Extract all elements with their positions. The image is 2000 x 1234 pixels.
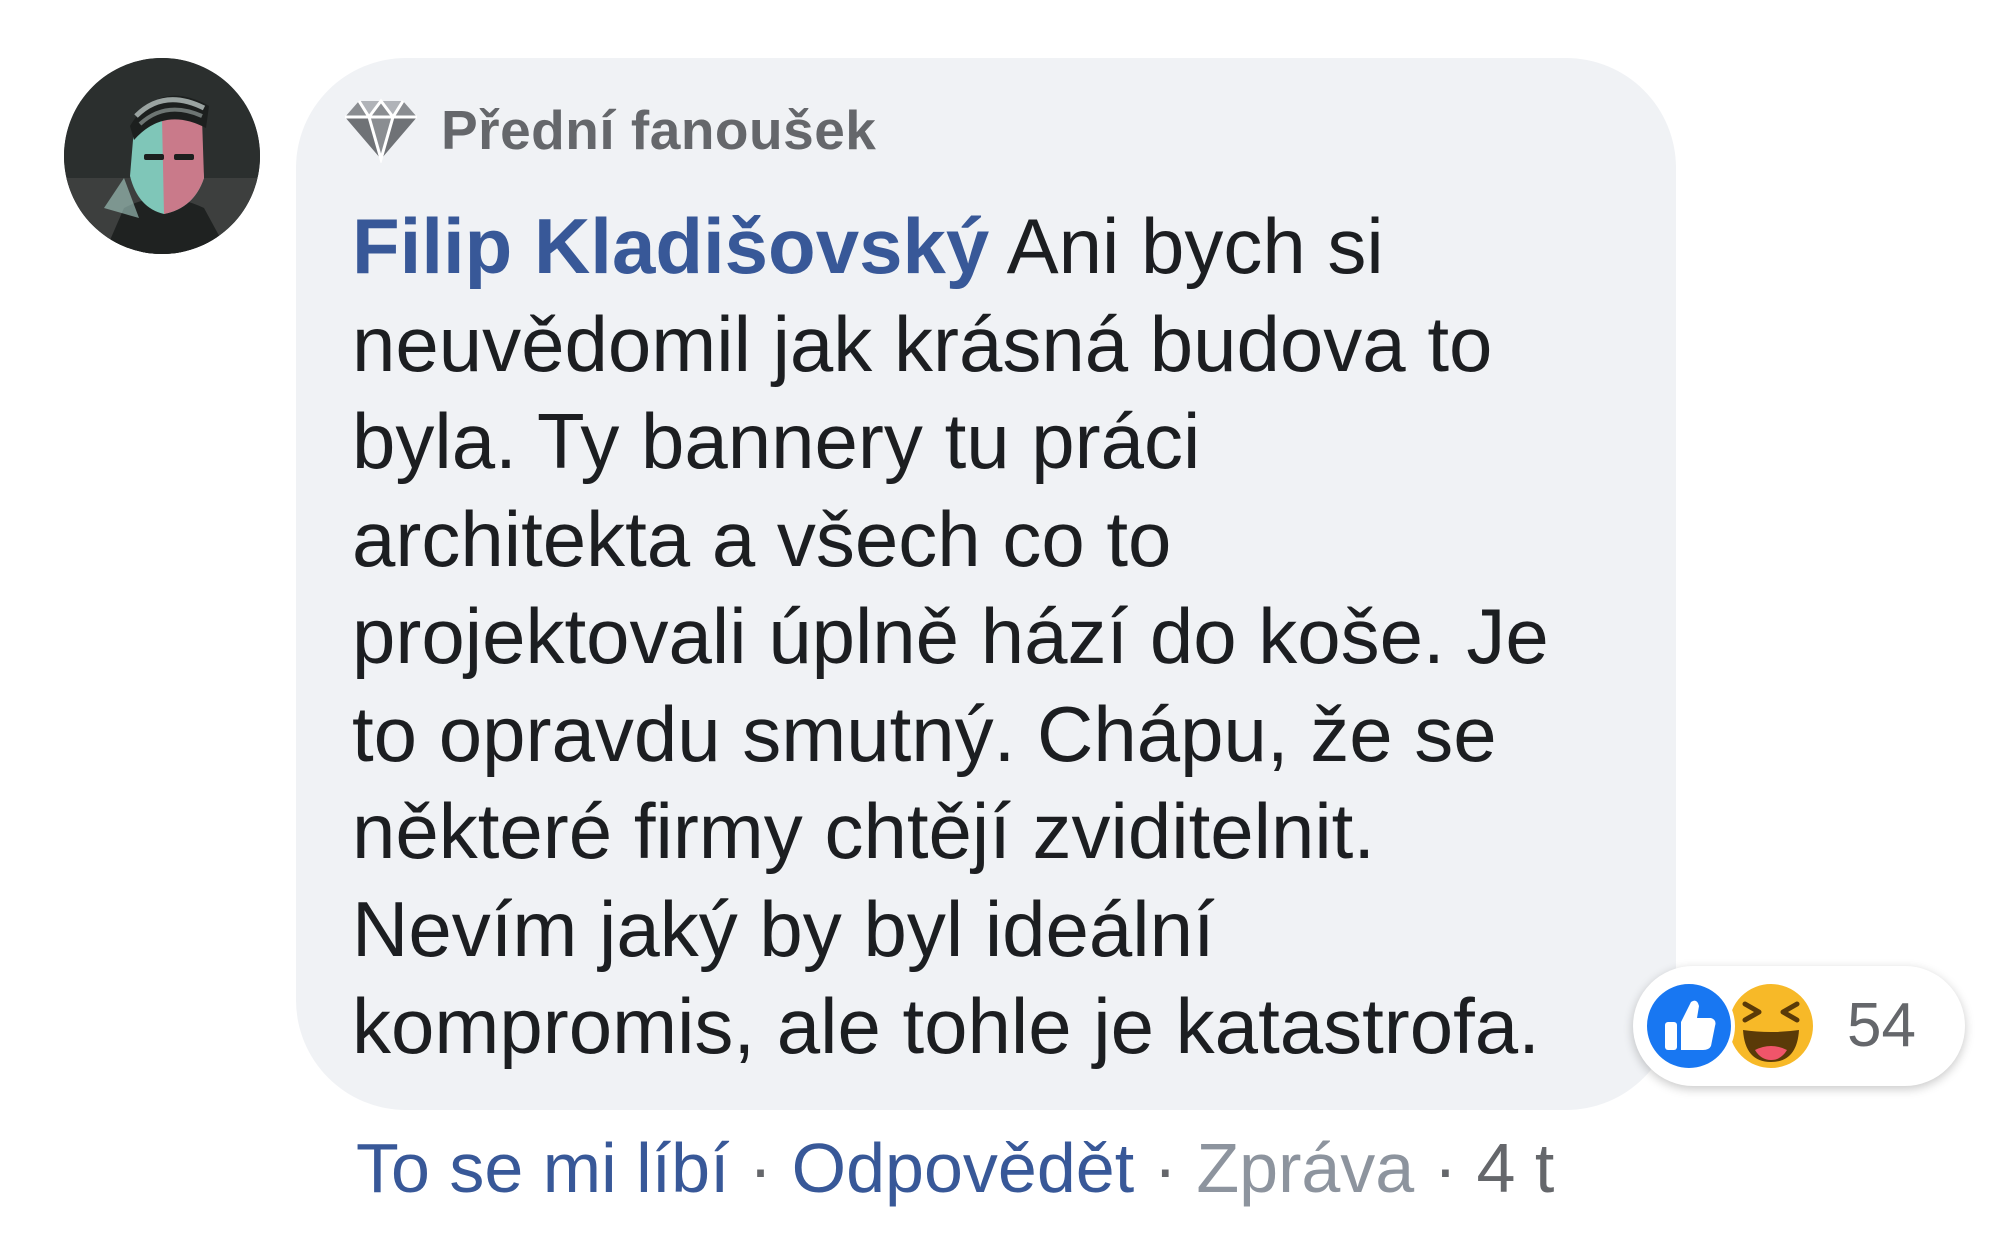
comment-line-4: architekta a všech co to	[352, 494, 1172, 583]
like-link[interactable]: To se mi líbí	[356, 1129, 729, 1207]
top-fan-badge[interactable]: Přední fanoušek	[343, 92, 876, 168]
comment-line-9: kompromis, ale tohle je katastrofa.	[352, 982, 1540, 1070]
diamond-icon	[345, 98, 417, 163]
reactions-summary[interactable]: 54	[1633, 966, 1965, 1086]
comment-author[interactable]: Filip Kladišovský	[352, 202, 989, 290]
like-reaction-icon	[1643, 980, 1735, 1072]
avatar[interactable]	[64, 58, 260, 254]
comment-actions: To se mi líbí · Odpovědět · Zpráva · 4 t	[356, 1124, 1554, 1212]
comment-line-6: to opravdu smutný. Chápu, že se	[352, 689, 1497, 778]
comment-line-7: některé firmy chtějí zviditelnit.	[352, 787, 1376, 875]
action-separator: ·	[729, 1129, 792, 1207]
haha-reaction-icon	[1725, 980, 1817, 1072]
top-fan-label: Přední fanoušek	[441, 99, 877, 161]
comment-line-8: Nevím jaký by byl ideální	[352, 884, 1215, 973]
comment-line-2: neuvědomil jak krásná budova to	[352, 299, 1493, 388]
reaction-count: 54	[1847, 991, 1916, 1060]
comment-line-5: projektovali úplně hází do koše. Je	[352, 592, 1549, 680]
comment-text-segment: Ani bych si	[989, 202, 1384, 290]
avatar-image	[64, 58, 260, 254]
action-separator: ·	[1414, 1129, 1477, 1207]
comment-line-1: Filip Kladišovský Ani bych si	[352, 198, 1652, 296]
comment-line-3: byla. Ty bannery tu práci	[352, 397, 1201, 485]
comment-timestamp[interactable]: 4 t	[1476, 1129, 1554, 1207]
reply-link[interactable]: Odpovědět	[792, 1129, 1134, 1207]
message-link[interactable]: Zpráva	[1196, 1129, 1414, 1207]
action-separator: ·	[1134, 1129, 1197, 1207]
comment-text: Filip Kladišovský Ani bych si neuvědomil…	[352, 198, 1652, 1076]
